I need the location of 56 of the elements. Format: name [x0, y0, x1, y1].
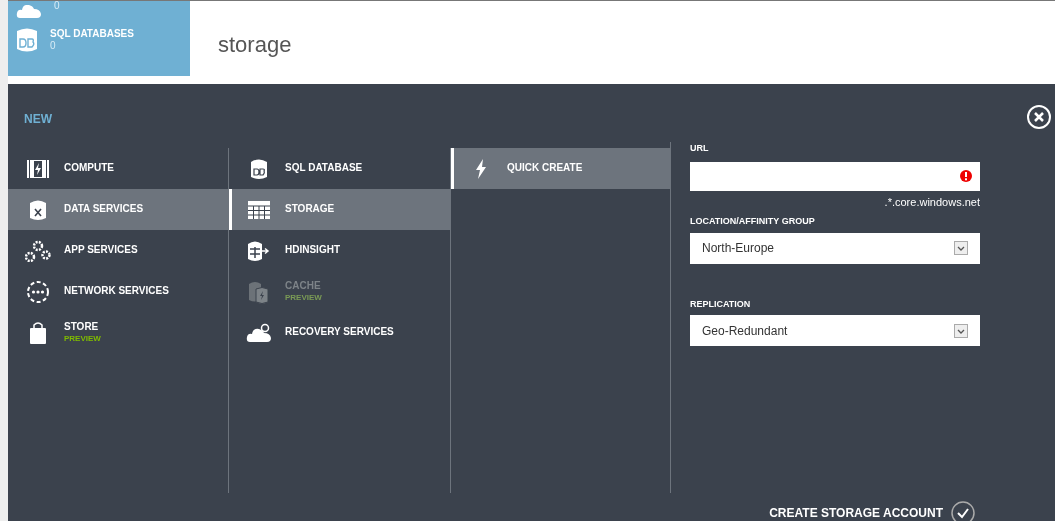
database-icon — [248, 279, 270, 304]
tile-label: SQL DATABASES — [50, 27, 134, 40]
database-arrow-icon — [247, 239, 271, 262]
menu-label: STORAGE — [285, 203, 335, 216]
menu-item[interactable]: STORAGE — [229, 189, 450, 230]
url-field[interactable] — [690, 161, 980, 191]
url-suffix: .*.core.windows.net — [884, 194, 980, 210]
menu-label: SQL DATABASE — [285, 162, 363, 175]
dotted-circle-icon — [26, 279, 50, 304]
database-icon — [16, 27, 38, 53]
check-icon — [951, 501, 975, 521]
menu-label: STORE — [64, 321, 100, 334]
caret-icon — [954, 323, 968, 338]
close-icon — [1034, 112, 1044, 122]
menu-item[interactable]: NETWORK SERVICES — [8, 271, 228, 312]
menu-item[interactable]: HDINSIGHT — [229, 230, 450, 271]
field-label: URL — [690, 142, 710, 155]
close-button[interactable] — [1027, 105, 1051, 129]
menu-item[interactable]: SQL DATABASE — [229, 148, 450, 189]
menu-item[interactable]: COMPUTE — [8, 148, 228, 189]
menu-label: RECOVERY SERVICES — [285, 326, 394, 339]
create-button[interactable]: CREATE STORAGE ACCOUNT — [769, 501, 975, 521]
tile-count: 0 — [54, 1, 60, 13]
dropdown-value: Geo-Redundant — [702, 322, 788, 340]
menu-label: NETWORK SERVICES — [64, 285, 169, 298]
page-title: storage — [218, 34, 292, 59]
dropdown[interactable]: Geo-Redundant — [690, 315, 980, 346]
field-label: REPLICATION — [690, 297, 752, 311]
menu-item[interactable]: RECOVERY SERVICES — [229, 312, 450, 353]
table-icon — [248, 200, 270, 219]
menu-label: HDINSIGHT — [285, 244, 340, 257]
server-rack-icon — [27, 159, 49, 178]
database-icon — [29, 198, 47, 221]
lightning-icon — [475, 158, 487, 179]
shopping-bag-icon — [29, 321, 47, 344]
caret-icon — [954, 241, 968, 255]
cloud-icon — [246, 322, 272, 343]
tile-count: 0 — [50, 40, 57, 53]
preview-label: PREVIEW — [285, 292, 322, 303]
panel-title: NEW — [24, 111, 52, 128]
menu-label: DATA SERVICES — [64, 203, 144, 216]
menu-label: CACHE — [285, 280, 322, 293]
menu-item[interactable]: STORE PREVIEW — [8, 312, 228, 353]
dropdown-value: North-Europe — [702, 240, 775, 257]
menu-label: QUICK CREATE — [507, 162, 583, 175]
field-label: LOCATION/AFFINITY GROUP — [690, 215, 816, 228]
preview-label: PREVIEW — [64, 333, 101, 344]
menu-label: APP SERVICES — [64, 244, 138, 257]
menu-item[interactable]: APP SERVICES — [8, 230, 228, 271]
dropdown[interactable]: North-Europe — [690, 232, 980, 264]
menu-item[interactable]: QUICK CREATE — [451, 148, 670, 189]
database-icon — [250, 157, 268, 180]
gears-icon — [25, 239, 51, 262]
cloud-icon — [16, 5, 42, 19]
menu-item[interactable]: DATA SERVICES — [8, 189, 228, 230]
menu-label: COMPUTE — [64, 162, 114, 175]
